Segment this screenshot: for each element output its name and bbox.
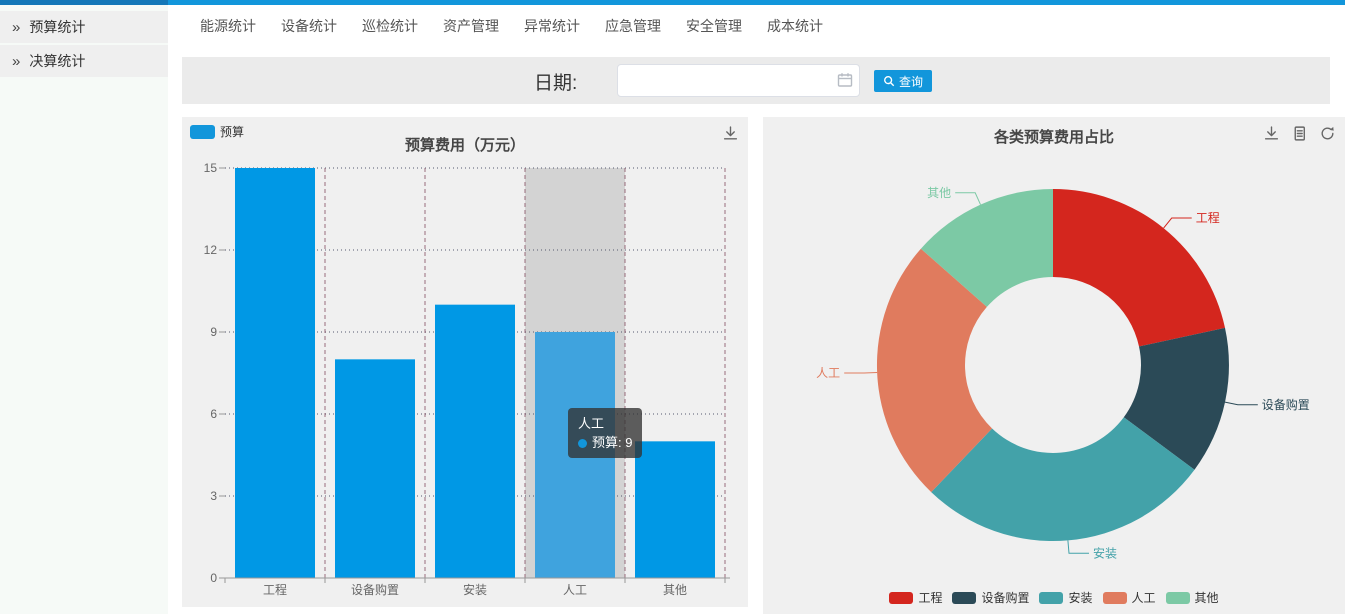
nav-tab[interactable]: 成本统计 [767,16,823,36]
svg-text:0: 0 [210,571,217,585]
pie-legend-label: 人工 [1132,589,1156,606]
nav-tab[interactable]: 设备统计 [281,16,337,36]
pie-legend-label: 安装 [1068,589,1092,606]
sidebar: » 预算统计 » 决算统计 [0,5,168,614]
svg-text:6: 6 [210,407,217,421]
pie-legend-swatch [889,592,913,604]
pie-slice-label: 其他 [927,186,951,200]
nav-tab[interactable]: 安全管理 [686,16,742,36]
svg-text:3: 3 [210,489,217,503]
pie-chart: 工程设备购置安装人工其他 [763,117,1345,614]
pie-legend-swatch [952,592,976,604]
pie-legend: 工程 设备购置 安装 人工 其他 [763,589,1345,606]
x-axis-label: 其他 [663,583,687,597]
pie-legend-swatch [1103,592,1127,604]
sidebar-item[interactable]: » 预算统计 [0,11,168,43]
date-input[interactable] [617,64,860,97]
pie-legend-item[interactable]: 安装 [1039,589,1092,606]
x-axis-label: 设备购置 [351,582,399,597]
search-icon [883,75,895,87]
date-label: 日期: [534,68,577,95]
pie-legend-swatch [1166,592,1190,604]
x-axis-label: 工程 [263,582,287,597]
double-angle-right-icon: » [12,20,20,35]
pie-slice-label: 人工 [816,366,840,380]
pie-legend-swatch [1039,592,1063,604]
search-button-label: 查询 [899,73,923,90]
x-axis-label: 人工 [563,583,587,597]
search-button[interactable]: 查询 [874,70,932,92]
pie-legend-item[interactable]: 人工 [1103,589,1156,606]
pie-legend-label: 设备购置 [981,589,1029,606]
bar[interactable] [335,359,415,578]
svg-text:15: 15 [204,161,218,175]
bar-chart-card: 预算 预算费用（万元） 03691215工程设备购置安装人工其他 人工 预算: … [182,117,748,607]
bar[interactable] [435,305,515,578]
sidebar-item-label: 决算统计 [29,51,85,71]
svg-text:12: 12 [204,243,218,257]
pie-legend-item[interactable]: 其他 [1166,589,1219,606]
x-axis-label: 安装 [463,582,487,597]
bar-chart: 03691215工程设备购置安装人工其他 [182,117,748,607]
svg-text:9: 9 [210,325,217,339]
bar[interactable] [635,441,715,578]
pie-slice-label: 设备购置 [1262,397,1310,412]
tooltip-series-dot [578,439,587,448]
tooltip-value-line: 预算: 9 [578,433,632,452]
chart-tooltip: 人工 预算: 9 [568,408,642,458]
pie-legend-item[interactable]: 工程 [889,589,942,606]
tooltip-title: 人工 [578,414,632,433]
pie-slice-label: 安装 [1093,545,1117,560]
bar[interactable] [235,168,315,578]
pie-chart-card: 各类预算费用占比 工程设备购置安装人工其他 工程设备购置安装人工其他 [763,117,1345,614]
nav-tabs: 能源统计 设备统计 巡检统计 资产管理 异常统计 应急管理 安全管理 成本统计 [168,5,1345,47]
pie-legend-label: 工程 [918,589,942,606]
date-input-wrap [617,64,860,97]
pie-slice-label: 工程 [1196,210,1220,225]
nav-tab[interactable]: 能源统计 [200,16,256,36]
filter-bar: 日期: 查询 [182,57,1330,104]
double-angle-right-icon: » [12,54,20,69]
nav-tab[interactable]: 资产管理 [443,16,499,36]
pie-legend-label: 其他 [1195,589,1219,606]
sidebar-item-label: 预算统计 [29,17,85,37]
pie-legend-item[interactable]: 设备购置 [952,589,1029,606]
nav-tab[interactable]: 异常统计 [524,16,580,36]
calendar-icon[interactable] [837,72,853,88]
sidebar-item[interactable]: » 决算统计 [0,45,168,77]
nav-tab[interactable]: 巡检统计 [362,16,418,36]
nav-tab[interactable]: 应急管理 [605,16,661,36]
